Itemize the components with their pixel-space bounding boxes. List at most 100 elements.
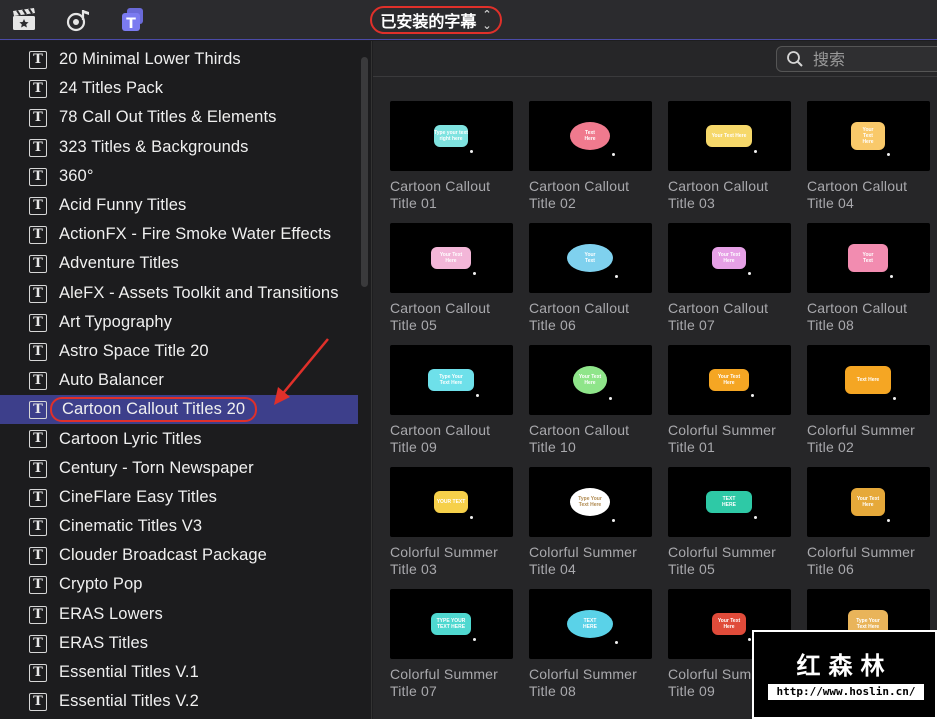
search-input[interactable]: [813, 49, 923, 69]
app-window: T 已安装的字幕 ⌃ ⌄ T 20 Minimal Lower Thirds T 24 …: [0, 0, 937, 719]
title-tile[interactable]: Text Here Colorful Summer Title 02: [807, 345, 930, 465]
music-note-camera-icon[interactable]: [64, 6, 94, 34]
callout-shape: Your Text: [848, 244, 888, 272]
title-caption-line2: Title 01: [668, 439, 715, 455]
sidebar-item[interactable]: T Acid Funny Titles: [0, 191, 358, 220]
title-tile[interactable]: Your Text Here Cartoon Callout Title 05: [390, 223, 513, 343]
watermark: 红森林 http://www.hoslin.cn/: [752, 630, 937, 719]
title-caption-line1: Cartoon Callout: [807, 178, 908, 194]
sidebar-item[interactable]: T Art Typography: [0, 308, 358, 337]
title-tile[interactable]: Your Text Here Cartoon Callout Title 04: [807, 101, 930, 221]
clapperboard-star-icon[interactable]: [9, 6, 39, 34]
callout-shape: YOUR TEXT: [434, 491, 468, 513]
sidebar-item[interactable]: T 323 Titles & Backgrounds: [0, 133, 358, 162]
sidebar-item[interactable]: T Adventure Titles: [0, 249, 358, 278]
sidebar-item[interactable]: T 24 Titles Pack: [0, 74, 358, 103]
title-tile[interactable]: TEXT HERE Colorful Summer Title 05: [668, 467, 791, 587]
sidebar-item-label: Cartoon Callout Titles 20: [50, 397, 258, 423]
title-tile[interactable]: Type Your Text Here Cartoon Callout Title …: [390, 345, 513, 465]
sidebar-item-label: Century - Torn Newspaper: [59, 458, 254, 477]
sidebar-item-label: ERAS Titles: [59, 633, 149, 652]
callout-shape: Your Text Here: [573, 366, 607, 394]
title-tile[interactable]: Your Text Cartoon Callout Title 06: [529, 223, 652, 343]
title-tile[interactable]: Type Your Text Here Colorful SummerTitle …: [529, 467, 652, 587]
sidebar-item[interactable]: T ActionFX - Fire Smoke Water Effects: [0, 220, 358, 249]
title-caption: Cartoon Callout Title 07: [668, 300, 791, 334]
title-category-icon: T: [29, 634, 47, 653]
sidebar-item[interactable]: T Century - Torn Newspaper: [0, 454, 358, 483]
sidebar-item[interactable]: T Essential Titles V.2: [0, 687, 358, 716]
title-tile[interactable]: TEXT HERE Colorful Summer Title 08: [529, 589, 652, 709]
title-tile[interactable]: Your Text Here Colorful Summer Title 01: [668, 345, 791, 465]
decor-dot: [748, 638, 751, 641]
title-caption: Colorful Summer Title 07: [390, 666, 513, 700]
title-tile[interactable]: YOUR TEXT Colorful Summer Title 03: [390, 467, 513, 587]
callout-shape: Your Text Here: [851, 122, 885, 150]
annotation-arrow-icon: [274, 338, 329, 405]
title-tile[interactable]: TYPE YOUR TEXT HERE Colorful Summer Title …: [390, 589, 513, 709]
title-caption: Cartoon Callout Title 08: [807, 300, 930, 334]
sidebar-item[interactable]: T Crypto Pop: [0, 570, 358, 599]
title-thumbnail: Your Text Here: [390, 223, 513, 293]
title-category-icon: T: [29, 401, 47, 420]
title-caption-line2: Title 07: [668, 317, 715, 333]
title-tile[interactable]: Your Text Here Cartoon Callout Title 07: [668, 223, 791, 343]
sidebar-item[interactable]: T ERAS Titles: [0, 629, 358, 658]
sidebar-item[interactable]: T Clouder Broadcast Package: [0, 541, 358, 570]
title-caption-line2: Title 02: [529, 195, 576, 211]
title-caption-line1: Cartoon Callout: [807, 300, 908, 316]
titles-generators-icon[interactable]: T: [118, 6, 148, 34]
sidebar-item-label: 24 Titles Pack: [59, 79, 164, 98]
callout-shape: TEXT HERE: [567, 610, 613, 638]
sidebar-item[interactable]: T 360°: [0, 162, 358, 191]
title-thumbnail: Your Text Here: [807, 101, 930, 171]
title-category-icon: T: [29, 138, 47, 157]
callout-shape: Text Here: [845, 366, 891, 394]
title-thumbnail: TEXT HERE: [668, 467, 791, 537]
title-category-icon: T: [29, 255, 47, 274]
title-category-icon: T: [29, 109, 47, 128]
title-tile[interactable]: Your Text Here Cartoon Callout Title 10: [529, 345, 652, 465]
title-caption-line2: Title 02: [807, 439, 854, 455]
title-tile[interactable]: Text Here Cartoon Callout Title 02: [529, 101, 652, 221]
sidebar-item-label: ActionFX - Fire Smoke Water Effects: [59, 225, 332, 244]
title-caption-line2: Title 10: [529, 439, 576, 455]
sidebar-item[interactable]: T CineFlare Easy Titles: [0, 483, 358, 512]
sidebar-scrollbar[interactable]: [361, 57, 368, 287]
callout-shape: Your Text Here: [851, 488, 885, 516]
callout-shape: TEXT HERE: [706, 491, 752, 513]
title-tile[interactable]: Your Text Here Cartoon Callout Title 03: [668, 101, 791, 221]
decor-dot: [754, 150, 757, 153]
title-caption-line2: Title 03: [668, 195, 715, 211]
sidebar-item-label: 20 Minimal Lower Thirds: [59, 50, 241, 69]
sidebar-item[interactable]: T ERAS Lowers: [0, 600, 358, 629]
title-caption-line1: Cartoon Callout: [390, 178, 491, 194]
sidebar-item[interactable]: T 78 Call Out Titles & Elements: [0, 103, 358, 132]
sidebar-item[interactable]: T 20 Minimal Lower Thirds: [0, 45, 358, 74]
title-caption-line1: Colorful Summer: [529, 666, 638, 682]
callout-shape: Your Text Here: [706, 125, 752, 147]
sidebar-item[interactable]: T AleFX - Assets Toolkit and Transitions: [0, 279, 358, 308]
title-caption: Colorful Summer Title 04: [529, 544, 652, 578]
callout-shape: Your Text Here: [709, 369, 749, 391]
title-tile[interactable]: Your Text Cartoon Callout Title 08: [807, 223, 930, 343]
title-caption-line2: Title 05: [668, 561, 715, 577]
title-tile[interactable]: Your Text Here Colorful Summer Title 06: [807, 467, 930, 587]
sidebar-item[interactable]: T Essential Titles V.1: [0, 658, 358, 687]
sidebar-item[interactable]: T Cartoon Lyric Titles: [0, 424, 358, 453]
title-caption-line1: Cartoon Callout: [390, 422, 491, 438]
browser-panel: Type your text right here Cartoon Callout…: [373, 41, 937, 719]
sidebar-item-label: Astro Space Title 20: [59, 341, 209, 360]
search-field[interactable]: [776, 46, 937, 72]
title-tile[interactable]: Type your text right here Cartoon Callout…: [390, 101, 513, 221]
decor-dot: [609, 397, 612, 400]
library-selector[interactable]: 已安装的字幕 ⌃ ⌄: [370, 6, 502, 34]
title-caption-line1: Colorful Summer: [390, 666, 499, 682]
decor-dot: [893, 397, 896, 400]
sidebar-item[interactable]: T Cinematic Titles V3: [0, 512, 358, 541]
title-thumbnail: Your Text Here: [668, 223, 791, 293]
decor-dot: [890, 275, 893, 278]
title-caption: Colorful Summer Title 03: [390, 544, 513, 578]
decor-dot: [887, 153, 890, 156]
callout-shape: Type Your Text Here: [570, 488, 610, 516]
